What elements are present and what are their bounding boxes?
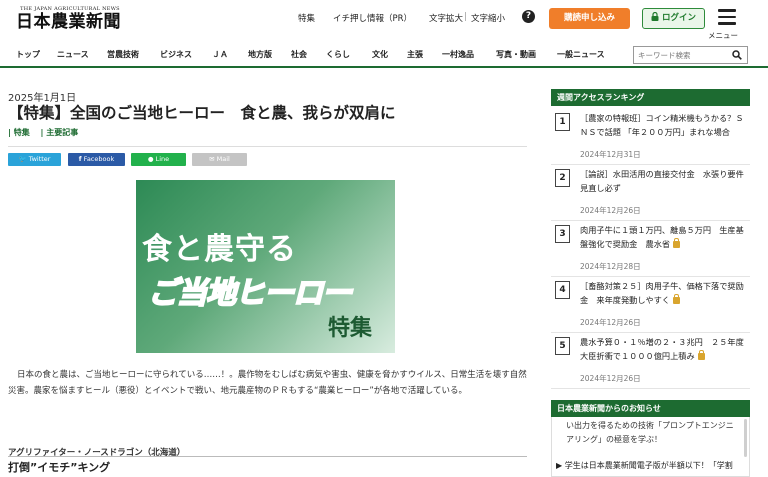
tag-feature[interactable]: | 特集 [8, 128, 30, 137]
main-nav: トップ ニュース 営農技術 ビジネス ＪＡ 地方版 社会 くらし 文化 主張 一… [0, 42, 768, 68]
header-separator: | [464, 12, 467, 22]
share-twitter-label: Twitter [28, 155, 51, 163]
nav-item-photo-video[interactable]: 写真・動画 [496, 49, 536, 60]
header-link-pr[interactable]: イチ押し情報（PR） [333, 12, 412, 24]
share-line-label: Line [155, 155, 170, 163]
notice-list: い出力を得るための技術「プロンプトエンジニアリング」の極意を学ぶ！ ▶ 学生は日… [551, 417, 750, 477]
header-link-text-smaller[interactable]: 文字縮小 [471, 12, 505, 24]
nav-item-regional[interactable]: 地方版 [248, 49, 272, 60]
site-header: THE JAPAN AGRICULTURAL NEWS 日本農業新聞 特集 イチ… [0, 0, 768, 40]
ranking-item[interactable]: 5 農水予算０・１％増の２・３兆円 ２５年度 大臣折衝で１０００億円上積み 20… [551, 333, 752, 389]
ranking-title-text: ［畜酪対策２５］肉用子牛、価格下落で奨励金 来年度発動しやすく [580, 281, 744, 305]
line-icon: ● [147, 155, 154, 163]
nav-item-general-news[interactable]: 一般ニュース [557, 49, 605, 60]
tag-main-articles[interactable]: | 主要記事 [41, 128, 79, 137]
login-label: ログイン [661, 13, 696, 23]
hamburger-menu-icon[interactable] [718, 9, 736, 25]
nav-item-local-product[interactable]: 一村逸品 [442, 49, 474, 60]
search-icon[interactable] [732, 50, 742, 60]
share-line-button[interactable]: ● Line [131, 153, 186, 166]
ranking-header: 週間アクセスランキング [551, 89, 750, 106]
notice-item[interactable]: ▶ 学生は日本農業新聞電子版が半額以下！「学割 [556, 460, 741, 471]
nav-item-society[interactable]: 社会 [291, 49, 307, 60]
nav-item-living[interactable]: くらし [326, 49, 350, 60]
nav-item-business[interactable]: ビジネス [160, 49, 192, 60]
ranking-title[interactable]: 農水予算０・１％増の２・３兆円 ２５年度 大臣折衝で１０００億円上積み [580, 335, 752, 363]
ranking-title[interactable]: ［畜酪対策２５］肉用子牛、価格下落で奨励金 来年度発動しやすく [580, 279, 750, 307]
nav-item-ja[interactable]: ＪＡ [212, 49, 228, 60]
ranking-title[interactable]: 肉用子牛に１頭１万円、離島５万円 生産基盤強化で奨励金 農水省 [580, 223, 750, 251]
nav-item-news[interactable]: ニュース [57, 49, 89, 60]
article-body: 日本の食と農は、ご当地ヒーローに守られている……！。農作物をむしばむ病気や害虫、… [8, 370, 527, 396]
lock-icon [651, 11, 659, 21]
mail-icon: ✉ [209, 155, 215, 163]
ranking-title[interactable]: ［論説］水田活用の直接交付金 水張り要件見直し必ず [580, 167, 750, 195]
ranking-title[interactable]: ［農家の特報班］コイン精米機もうかる？ＳＮＳで話題 「年２００万円」まれな場合 [580, 111, 750, 139]
lock-icon [697, 350, 705, 360]
ranking-item[interactable]: 2 ［論説］水田活用の直接交付金 水張り要件見直し必ず 2024年12月26日 [551, 165, 750, 221]
ranking-item[interactable]: 1 ［農家の特報班］コイン精米機もうかる？ＳＮＳで話題 「年２００万円」まれな場… [551, 109, 750, 165]
search-input[interactable] [634, 47, 726, 63]
notice-header: 日本農業新聞からのお知らせ [551, 400, 750, 417]
notice-item[interactable]: い出力を得るための技術「プロンプトエンジニアリング」の極意を学ぶ！ [566, 419, 741, 447]
ranking-date: 2024年12月28日 [580, 262, 641, 271]
article-title: 【特集】全国のご当地ヒーロー 食と農、我らが双肩に [8, 104, 396, 122]
lock-icon [673, 238, 681, 248]
nav-item-farming-tech[interactable]: 営農技術 [107, 49, 139, 60]
article-tags: | 特集 | 主要記事 [8, 127, 86, 138]
ranking-date: 2024年12月26日 [580, 206, 641, 215]
twitter-icon: 🐦 [18, 155, 27, 163]
share-mail-label: Mail [216, 155, 230, 163]
menu-label[interactable]: メニュー [708, 30, 738, 41]
ranking-number: 1 [555, 113, 570, 131]
ranking-number: 4 [555, 281, 570, 299]
hero-text-line1: 食と農守る [142, 232, 297, 267]
divider [8, 456, 527, 457]
hero-text-line3: 特集 [328, 315, 373, 341]
nav-item-editorial[interactable]: 主張 [407, 49, 423, 60]
nav-item-culture[interactable]: 文化 [372, 49, 388, 60]
header-link-feature[interactable]: 特集 [298, 12, 315, 24]
ranking-date: 2024年12月26日 [580, 374, 641, 383]
ranking-title-text: 農水予算０・１％増の２・３兆円 ２５年度 大臣折衝で１０００億円上積み [580, 337, 752, 361]
divider [8, 146, 527, 147]
lock-icon [672, 294, 680, 304]
share-facebook-label: Facebook [83, 155, 115, 163]
nav-item-top[interactable]: トップ [16, 49, 40, 60]
section-subtitle: 打倒”イモチ”キング [8, 461, 111, 474]
header-link-text-larger[interactable]: 文字拡大 [429, 12, 463, 24]
facebook-icon: f [78, 155, 82, 163]
ranking-number: 3 [555, 225, 570, 243]
ranking-item[interactable]: 3 肉用子牛に１頭１万円、離島５万円 生産基盤強化で奨励金 農水省 2024年1… [551, 221, 750, 277]
ranking-number: 5 [555, 337, 570, 355]
site-logo[interactable]: THE JAPAN AGRICULTURAL NEWS 日本農業新聞 [16, 6, 124, 32]
logo-japanese: 日本農業新聞 [16, 12, 121, 32]
share-mail-button[interactable]: ✉ Mail [192, 153, 247, 166]
search-box [633, 46, 748, 64]
ranking-number: 2 [555, 169, 570, 187]
subscribe-button[interactable]: 購読申し込み [549, 8, 630, 29]
login-button[interactable]: ログイン [642, 8, 705, 29]
share-facebook-button[interactable]: f Facebook [68, 153, 125, 166]
hero-text-line2: ご当地ヒーロー [147, 275, 353, 312]
hero-image: 食と農守る ご当地ヒーロー 特集 [136, 180, 395, 353]
ranking-title-text: 肉用子牛に１頭１万円、離島５万円 生産基盤強化で奨励金 農水省 [580, 225, 744, 249]
share-twitter-button[interactable]: 🐦 Twitter [8, 153, 61, 166]
ranking-date: 2024年12月31日 [580, 150, 641, 159]
help-icon[interactable]: ? [522, 10, 535, 23]
notice-scrollbar[interactable] [744, 419, 747, 457]
ranking-date: 2024年12月26日 [580, 318, 641, 327]
ranking-item[interactable]: 4 ［畜酪対策２５］肉用子牛、価格下落で奨励金 来年度発動しやすく 2024年1… [551, 277, 750, 333]
